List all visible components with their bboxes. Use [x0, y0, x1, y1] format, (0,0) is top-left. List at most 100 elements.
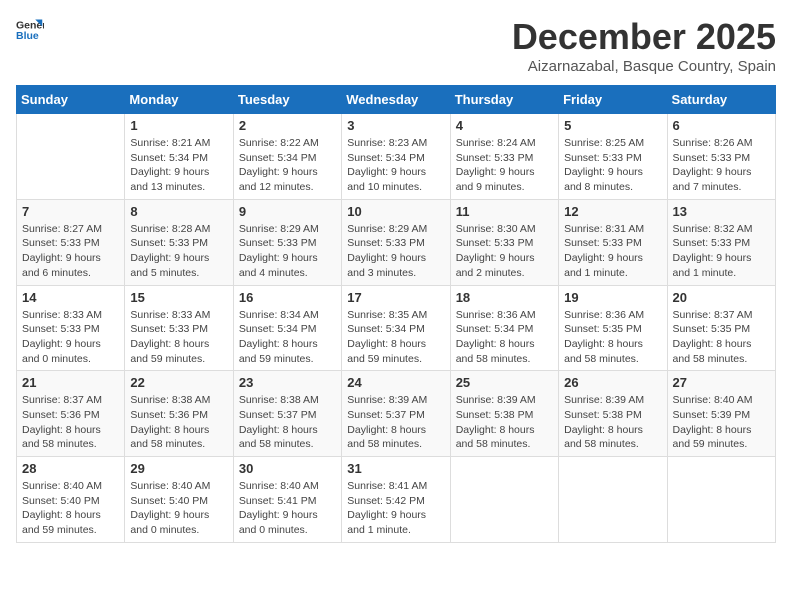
calendar-cell: 8 Sunrise: 8:28 AM Sunset: 5:33 PM Daylig…	[125, 199, 233, 285]
calendar-cell: 10 Sunrise: 8:29 AM Sunset: 5:33 PM Dayli…	[342, 199, 450, 285]
day-info: Sunrise: 8:23 AM Sunset: 5:34 PM Dayligh…	[347, 136, 444, 195]
header: General Blue December 2025 Aizarnazabal,…	[16, 16, 776, 75]
day-info: Sunrise: 8:40 AM Sunset: 5:41 PM Dayligh…	[239, 479, 336, 538]
day-of-week-header: Saturday	[667, 86, 775, 114]
calendar-cell: 26 Sunrise: 8:39 AM Sunset: 5:38 PM Dayli…	[559, 371, 667, 457]
day-number: 19	[564, 290, 661, 305]
day-number: 21	[22, 375, 119, 390]
day-info: Sunrise: 8:29 AM Sunset: 5:33 PM Dayligh…	[347, 222, 444, 281]
calendar-cell: 13 Sunrise: 8:32 AM Sunset: 5:33 PM Dayli…	[667, 199, 775, 285]
day-number: 10	[347, 204, 444, 219]
calendar-cell	[559, 457, 667, 543]
logo-icon: General Blue	[16, 16, 44, 44]
day-number: 6	[673, 118, 770, 133]
calendar-week-row: 21 Sunrise: 8:37 AM Sunset: 5:36 PM Dayli…	[17, 371, 776, 457]
day-info: Sunrise: 8:37 AM Sunset: 5:35 PM Dayligh…	[673, 308, 770, 367]
calendar-cell: 7 Sunrise: 8:27 AM Sunset: 5:33 PM Daylig…	[17, 199, 125, 285]
day-info: Sunrise: 8:24 AM Sunset: 5:33 PM Dayligh…	[456, 136, 553, 195]
calendar-cell: 12 Sunrise: 8:31 AM Sunset: 5:33 PM Dayli…	[559, 199, 667, 285]
day-number: 1	[130, 118, 227, 133]
calendar-body: 1 Sunrise: 8:21 AM Sunset: 5:34 PM Daylig…	[17, 114, 776, 543]
day-number: 15	[130, 290, 227, 305]
calendar-cell	[667, 457, 775, 543]
calendar-cell: 24 Sunrise: 8:39 AM Sunset: 5:37 PM Dayli…	[342, 371, 450, 457]
day-number: 14	[22, 290, 119, 305]
calendar-week-row: 14 Sunrise: 8:33 AM Sunset: 5:33 PM Dayli…	[17, 285, 776, 371]
day-info: Sunrise: 8:38 AM Sunset: 5:37 PM Dayligh…	[239, 393, 336, 452]
day-info: Sunrise: 8:35 AM Sunset: 5:34 PM Dayligh…	[347, 308, 444, 367]
day-number: 24	[347, 375, 444, 390]
svg-text:Blue: Blue	[16, 30, 39, 42]
calendar-cell: 2Sunrise: 8:22 AM Sunset: 5:34 PM Daylig…	[233, 114, 341, 200]
calendar-cell: 1 Sunrise: 8:21 AM Sunset: 5:34 PM Daylig…	[125, 114, 233, 200]
calendar-cell: 11Sunrise: 8:30 AM Sunset: 5:33 PM Dayli…	[450, 199, 558, 285]
day-of-week-header: Wednesday	[342, 86, 450, 114]
day-info: Sunrise: 8:36 AM Sunset: 5:34 PM Dayligh…	[456, 308, 553, 367]
day-info: Sunrise: 8:40 AM Sunset: 5:39 PM Dayligh…	[673, 393, 770, 452]
day-number: 13	[673, 204, 770, 219]
calendar-header-row: SundayMondayTuesdayWednesdayThursdayFrid…	[17, 86, 776, 114]
calendar-cell: 16 Sunrise: 8:34 AM Sunset: 5:34 PM Dayli…	[233, 285, 341, 371]
day-info: Sunrise: 8:41 AM Sunset: 5:42 PM Dayligh…	[347, 479, 444, 538]
calendar-week-row: 28Sunrise: 8:40 AM Sunset: 5:40 PM Dayli…	[17, 457, 776, 543]
day-number: 22	[130, 375, 227, 390]
day-info: Sunrise: 8:22 AM Sunset: 5:34 PM Dayligh…	[239, 136, 336, 195]
day-number: 30	[239, 461, 336, 476]
day-number: 16	[239, 290, 336, 305]
calendar-cell: 5 Sunrise: 8:25 AM Sunset: 5:33 PM Daylig…	[559, 114, 667, 200]
day-of-week-header: Sunday	[17, 86, 125, 114]
day-number: 27	[673, 375, 770, 390]
day-info: Sunrise: 8:40 AM Sunset: 5:40 PM Dayligh…	[22, 479, 119, 538]
day-of-week-header: Friday	[559, 86, 667, 114]
day-number: 23	[239, 375, 336, 390]
day-number: 5	[564, 118, 661, 133]
day-info: Sunrise: 8:27 AM Sunset: 5:33 PM Dayligh…	[22, 222, 119, 281]
day-info: Sunrise: 8:33 AM Sunset: 5:33 PM Dayligh…	[22, 308, 119, 367]
day-info: Sunrise: 8:39 AM Sunset: 5:37 PM Dayligh…	[347, 393, 444, 452]
day-info: Sunrise: 8:37 AM Sunset: 5:36 PM Dayligh…	[22, 393, 119, 452]
day-info: Sunrise: 8:33 AM Sunset: 5:33 PM Dayligh…	[130, 308, 227, 367]
calendar-cell: 30 Sunrise: 8:40 AM Sunset: 5:41 PM Dayli…	[233, 457, 341, 543]
calendar-cell: 19Sunrise: 8:36 AM Sunset: 5:35 PM Dayli…	[559, 285, 667, 371]
day-info: Sunrise: 8:38 AM Sunset: 5:36 PM Dayligh…	[130, 393, 227, 452]
calendar-cell: 17Sunrise: 8:35 AM Sunset: 5:34 PM Dayli…	[342, 285, 450, 371]
day-number: 12	[564, 204, 661, 219]
calendar-cell: 22 Sunrise: 8:38 AM Sunset: 5:36 PM Dayli…	[125, 371, 233, 457]
day-info: Sunrise: 8:39 AM Sunset: 5:38 PM Dayligh…	[456, 393, 553, 452]
day-of-week-header: Thursday	[450, 86, 558, 114]
calendar-cell: 9Sunrise: 8:29 AM Sunset: 5:33 PM Daylig…	[233, 199, 341, 285]
calendar-table: SundayMondayTuesdayWednesdayThursdayFrid…	[16, 85, 776, 543]
calendar-week-row: 7 Sunrise: 8:27 AM Sunset: 5:33 PM Daylig…	[17, 199, 776, 285]
day-info: Sunrise: 8:34 AM Sunset: 5:34 PM Dayligh…	[239, 308, 336, 367]
day-info: Sunrise: 8:26 AM Sunset: 5:33 PM Dayligh…	[673, 136, 770, 195]
day-number: 31	[347, 461, 444, 476]
day-info: Sunrise: 8:28 AM Sunset: 5:33 PM Dayligh…	[130, 222, 227, 281]
calendar-cell: 21 Sunrise: 8:37 AM Sunset: 5:36 PM Dayli…	[17, 371, 125, 457]
calendar-cell: 4Sunrise: 8:24 AM Sunset: 5:33 PM Daylig…	[450, 114, 558, 200]
day-info: Sunrise: 8:30 AM Sunset: 5:33 PM Dayligh…	[456, 222, 553, 281]
day-info: Sunrise: 8:31 AM Sunset: 5:33 PM Dayligh…	[564, 222, 661, 281]
calendar-cell: 25 Sunrise: 8:39 AM Sunset: 5:38 PM Dayli…	[450, 371, 558, 457]
calendar-cell: 15 Sunrise: 8:33 AM Sunset: 5:33 PM Dayli…	[125, 285, 233, 371]
day-info: Sunrise: 8:39 AM Sunset: 5:38 PM Dayligh…	[564, 393, 661, 452]
calendar-cell: 28Sunrise: 8:40 AM Sunset: 5:40 PM Dayli…	[17, 457, 125, 543]
day-number: 29	[130, 461, 227, 476]
logo: General Blue	[16, 16, 44, 44]
calendar-cell: 20Sunrise: 8:37 AM Sunset: 5:35 PM Dayli…	[667, 285, 775, 371]
calendar-cell: 18 Sunrise: 8:36 AM Sunset: 5:34 PM Dayli…	[450, 285, 558, 371]
calendar-cell: 23 Sunrise: 8:38 AM Sunset: 5:37 PM Dayli…	[233, 371, 341, 457]
calendar-week-row: 1 Sunrise: 8:21 AM Sunset: 5:34 PM Daylig…	[17, 114, 776, 200]
day-number: 25	[456, 375, 553, 390]
day-info: Sunrise: 8:21 AM Sunset: 5:34 PM Dayligh…	[130, 136, 227, 195]
day-number: 26	[564, 375, 661, 390]
day-number: 18	[456, 290, 553, 305]
day-number: 3	[347, 118, 444, 133]
calendar-cell: 6 Sunrise: 8:26 AM Sunset: 5:33 PM Daylig…	[667, 114, 775, 200]
day-info: Sunrise: 8:32 AM Sunset: 5:33 PM Dayligh…	[673, 222, 770, 281]
day-info: Sunrise: 8:25 AM Sunset: 5:33 PM Dayligh…	[564, 136, 661, 195]
calendar-cell	[17, 114, 125, 200]
day-of-week-header: Tuesday	[233, 86, 341, 114]
day-number: 8	[130, 204, 227, 219]
day-number: 7	[22, 204, 119, 219]
main-title: December 2025	[512, 16, 776, 58]
